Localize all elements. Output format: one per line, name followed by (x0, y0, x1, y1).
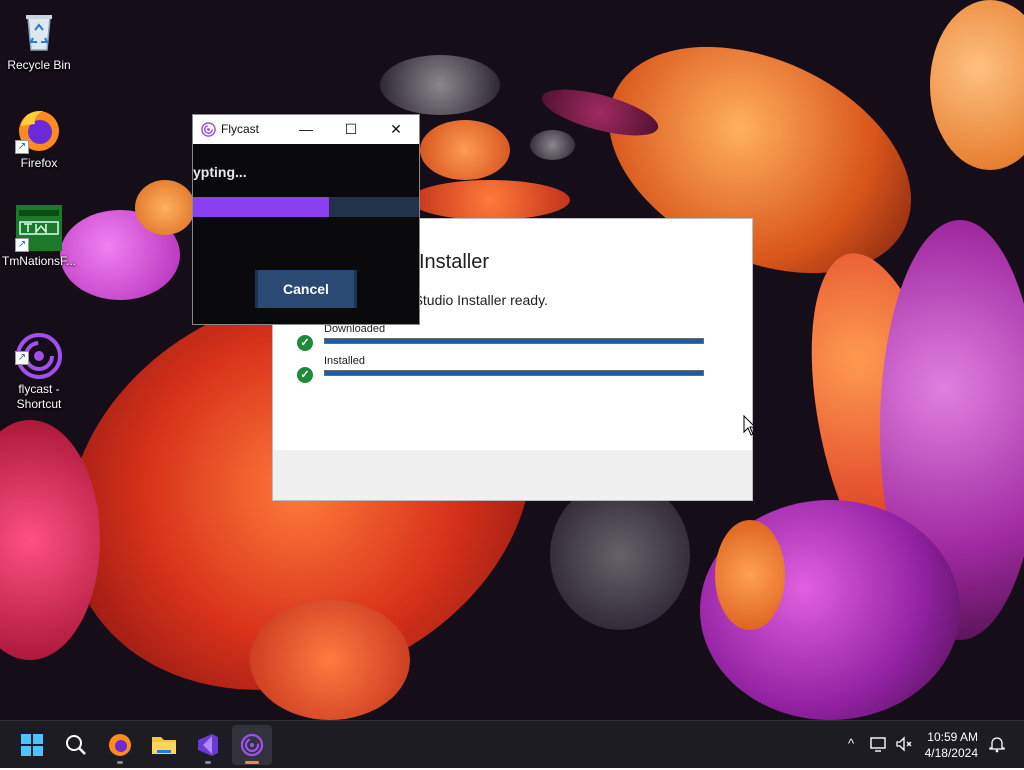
progress-row-installed: ✓ Installed (297, 355, 737, 385)
checkmark-icon: ✓ (297, 335, 313, 351)
search-icon (66, 735, 86, 755)
checkmark-icon: ✓ (297, 367, 313, 383)
vs-installer-title: Installer (419, 251, 490, 273)
flycast-spiral-icon (201, 122, 216, 137)
notification-bell-icon[interactable] (987, 734, 1007, 754)
flycast-shortcut-desktop-icon[interactable]: ↗ flycast - Shortcut (1, 302, 77, 427)
folder-icon (152, 737, 176, 754)
start-button[interactable] (12, 725, 52, 765)
running-indicator (245, 761, 259, 764)
visual-studio-icon (198, 734, 218, 756)
shortcut-arrow-icon: ↗ (15, 238, 29, 252)
search-button[interactable] (56, 725, 96, 765)
flycast-spiral-icon: ↗ (15, 317, 63, 379)
desktop-icon-label: Recycle Bin (7, 58, 71, 72)
firefox-icon (109, 734, 131, 756)
flycast-titlebar[interactable]: Flycast — ☐ ✕ (193, 115, 419, 144)
shortcut-arrow-icon: ↗ (15, 351, 29, 365)
shortcut-arrow-icon: ↗ (15, 140, 29, 154)
flycast-progress-fill (193, 197, 329, 217)
desktop-icon-label: flycast - Shortcut (16, 382, 62, 411)
flycast-window-title: Flycast (221, 122, 260, 136)
taskbar-file-explorer-button[interactable] (144, 725, 184, 765)
taskbar-visual-studio-installer-button[interactable] (188, 725, 228, 765)
network-icon[interactable] (868, 734, 888, 754)
recycle-bin-desktop-icon[interactable]: Recycle Bin (1, 8, 77, 73)
taskbar: ^ 10:59 AM 4/18/2024 (0, 720, 1024, 768)
flycast-progress-bar (193, 197, 419, 217)
progress-bar (324, 370, 704, 376)
clock-date: 4/18/2024 (924, 746, 978, 760)
flycast-status-text: ypting... (193, 164, 247, 180)
minimize-button[interactable]: — (283, 115, 329, 144)
progress-fill (325, 371, 703, 375)
taskbar-firefox-button[interactable] (100, 725, 140, 765)
taskbar-flycast-button[interactable] (232, 725, 272, 765)
firefox-icon: ↗ (15, 106, 63, 154)
recycle-bin-icon (15, 8, 63, 56)
flycast-window: Flycast — ☐ ✕ ypting... Cancel (192, 114, 420, 325)
running-indicator (205, 761, 211, 764)
tmnations-desktop-icon[interactable]: ↗ TmNationsF... (1, 204, 77, 269)
progress-row-downloaded: ✓ Downloaded (297, 323, 737, 353)
volume-muted-icon[interactable] (894, 734, 914, 754)
flycast-spiral-icon (240, 733, 264, 757)
progress-fill (325, 339, 703, 343)
show-hidden-icons-chevron-icon[interactable]: ^ (841, 734, 861, 754)
maximize-button[interactable]: ☐ (328, 115, 374, 144)
progress-bar (324, 338, 704, 344)
firefox-desktop-icon[interactable]: ↗ Firefox (1, 106, 77, 171)
desktop-icon-label: TmNationsF... (1, 254, 76, 268)
cancel-button[interactable]: Cancel (255, 270, 357, 308)
vs-installer-footer (273, 450, 752, 500)
windows-logo-icon (21, 734, 43, 756)
tmnations-icon: ↗ (15, 204, 63, 252)
close-button[interactable]: ✕ (373, 115, 419, 144)
running-indicator (117, 761, 123, 764)
taskbar-clock[interactable]: 10:59 AM 4/18/2024 (925, 729, 978, 761)
desktop-icon-label: Firefox (20, 156, 58, 170)
mouse-cursor-icon (743, 415, 757, 436)
clock-time: 10:59 AM (927, 730, 978, 744)
progress-row-label: Installed (324, 355, 365, 367)
